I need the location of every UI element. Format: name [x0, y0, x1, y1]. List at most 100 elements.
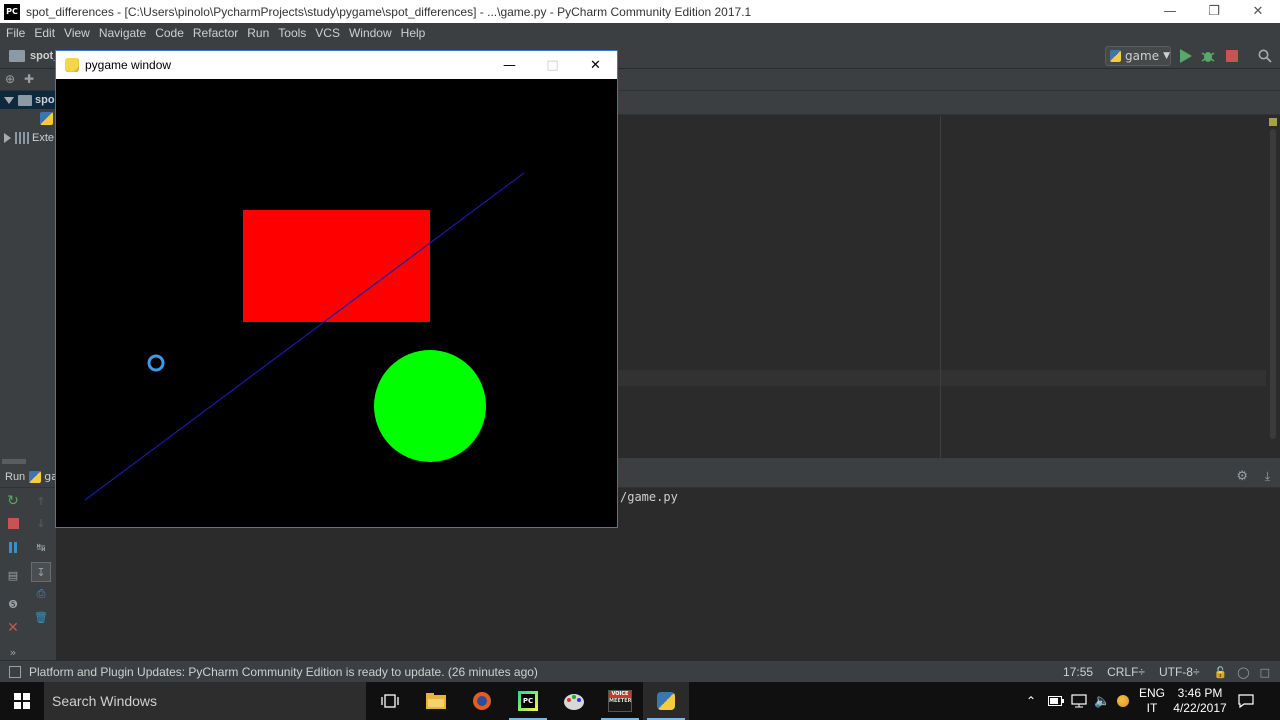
close-button[interactable]: ✕: [1236, 0, 1280, 23]
menu-run[interactable]: Run: [243, 26, 273, 40]
desktop-screen: PC spot_differences - [C:\Users\pinolo\P…: [0, 0, 1280, 720]
network-icon[interactable]: [1071, 682, 1087, 720]
sync-icon[interactable]: ⊕: [2, 72, 18, 88]
minimize-button[interactable]: —: [1148, 0, 1192, 23]
pycharm-logo-icon: PC: [518, 691, 538, 711]
pygame-snake-icon: [65, 58, 79, 72]
red-rectangle: [243, 210, 430, 322]
run-icon[interactable]: [1178, 48, 1194, 64]
print-icon[interactable]: ⎙: [33, 586, 49, 602]
tree-item-file[interactable]: [40, 109, 53, 127]
taskbar-search-box[interactable]: Search Windows: [44, 682, 366, 720]
menu-window[interactable]: Window: [345, 26, 396, 40]
event-log-icon[interactable]: □: [1260, 666, 1270, 679]
restore-button[interactable]: ❐: [1192, 0, 1236, 23]
pycharm-logo-icon: PC: [4, 3, 20, 20]
language-top: ENG: [1139, 686, 1166, 700]
menu-edit[interactable]: Edit: [30, 26, 59, 40]
window-title: spot_differences - [C:\Users\pinolo\Pych…: [26, 4, 752, 19]
library-icon: [15, 132, 29, 144]
file-encoding[interactable]: UTF-8÷: [1159, 665, 1200, 679]
pygame-canvas[interactable]: [56, 79, 617, 527]
debug-bug-icon[interactable]: [1200, 48, 1216, 64]
pause-icon[interactable]: [5, 539, 21, 555]
collapse-arrow-icon: [4, 133, 11, 143]
soft-wrap-icon[interactable]: ↹: [33, 539, 49, 555]
clock-time: 3:46 PM: [1177, 686, 1223, 700]
status-bar: Platform and Plugin Updates: PyCharm Com…: [0, 660, 1280, 682]
hector-icon[interactable]: ◯: [1237, 666, 1249, 679]
caret-position[interactable]: 17:55: [1063, 665, 1093, 679]
collapse-icon[interactable]: ✚: [21, 72, 37, 88]
menu-code[interactable]: Code: [151, 26, 188, 40]
more-icon[interactable]: »: [5, 644, 21, 660]
tree-item-external-libraries[interactable]: Exte: [0, 129, 54, 147]
restore-layout-icon[interactable]: ▤: [5, 567, 21, 583]
hide-panel-icon[interactable]: ⤓: [1265, 469, 1270, 484]
status-message[interactable]: Platform and Plugin Updates: PyCharm Com…: [29, 665, 538, 679]
weather-icon[interactable]: [1117, 682, 1129, 720]
run-toolbar: ↻ ↑ ↓ ↹ ▤ ↧ ⎙ ❺ 🗑 ✕ »: [0, 488, 56, 660]
battery-icon[interactable]: [1048, 682, 1064, 720]
run-panel-title: Run: [5, 470, 26, 483]
pycharm-taskbar-icon[interactable]: PC: [505, 682, 551, 720]
close-run-icon[interactable]: ✕: [5, 620, 21, 636]
inspection-marker[interactable]: [1269, 118, 1277, 126]
scroll-up-icon[interactable]: ↑: [33, 493, 49, 509]
clock[interactable]: 3:46 PM 4/22/2017: [1172, 682, 1228, 720]
menu-bar: File Edit View Navigate Code Refactor Ru…: [0, 23, 1280, 43]
pygame-window[interactable]: pygame window — □ ✕: [55, 50, 618, 528]
paint-icon[interactable]: [551, 682, 597, 720]
menu-navigate[interactable]: Navigate: [95, 26, 150, 40]
ide-title-bar[interactable]: PC spot_differences - [C:\Users\pinolo\P…: [0, 0, 1280, 23]
run-configuration-label: game: [1125, 49, 1160, 63]
line-separator[interactable]: CRLF÷: [1107, 665, 1145, 679]
start-button[interactable]: [0, 682, 44, 720]
file-explorer-icon[interactable]: [413, 682, 459, 720]
python-icon: [29, 470, 42, 483]
editor-scrollbar[interactable]: [1270, 129, 1276, 439]
menu-help[interactable]: Help: [397, 26, 430, 40]
menu-refactor[interactable]: Refactor: [189, 26, 242, 40]
pygame-minimize-button[interactable]: —: [488, 51, 531, 79]
voicemeeter-icon[interactable]: VOICE MEETER: [597, 682, 643, 720]
trash-icon[interactable]: 🗑: [33, 609, 49, 625]
gear-icon[interactable]: ⚙: [1236, 469, 1248, 484]
menu-tools[interactable]: Tools: [274, 26, 310, 40]
menu-vcs[interactable]: VCS: [311, 26, 344, 40]
pygame-maximize-button: □: [546, 57, 559, 73]
task-view-icon[interactable]: [367, 682, 413, 720]
volume-icon[interactable]: 🔈: [1094, 682, 1110, 720]
project-tree: spo Exte: [0, 91, 56, 461]
tool-window-toggle-icon[interactable]: [9, 665, 21, 678]
splitter-handle[interactable]: [2, 459, 26, 464]
menu-view[interactable]: View: [60, 26, 94, 40]
voicemeeter-label-top: VOICE: [609, 691, 631, 698]
search-icon[interactable]: [1257, 48, 1273, 64]
lock-icon[interactable]: 🔓: [1214, 666, 1228, 679]
pygame-window-title: pygame window: [85, 58, 172, 72]
scroll-down-icon[interactable]: ↓: [33, 515, 49, 531]
run-configuration-select[interactable]: game ▼: [1105, 46, 1171, 66]
pin-icon[interactable]: ❺: [5, 596, 21, 612]
right-margin-guide: [940, 116, 941, 466]
tree-item-label: spo: [35, 94, 55, 106]
windows-logo-icon: [14, 693, 30, 709]
python-taskbar-icon[interactable]: [643, 682, 689, 720]
menu-file[interactable]: File: [2, 26, 29, 40]
stop-icon[interactable]: [1224, 48, 1240, 64]
pygame-close-button[interactable]: ✕: [574, 51, 617, 79]
voicemeeter-label-bottom: MEETER: [609, 698, 632, 704]
expand-arrow-icon: [4, 96, 14, 104]
tree-item-project[interactable]: spo: [0, 91, 56, 109]
show-hidden-icons[interactable]: ⌃: [1026, 682, 1036, 720]
pygame-title-bar[interactable]: pygame window — □ ✕: [56, 51, 617, 79]
console-output-line: /game.py: [620, 490, 678, 504]
tree-item-label: Exte: [32, 132, 55, 144]
rerun-icon[interactable]: ↻: [5, 493, 21, 509]
stop-run-icon[interactable]: [5, 515, 21, 531]
scroll-to-end-icon[interactable]: ↧: [31, 562, 51, 582]
action-center-icon[interactable]: [1238, 682, 1254, 720]
firefox-icon[interactable]: [459, 682, 505, 720]
input-language[interactable]: ENG IT: [1139, 682, 1166, 720]
